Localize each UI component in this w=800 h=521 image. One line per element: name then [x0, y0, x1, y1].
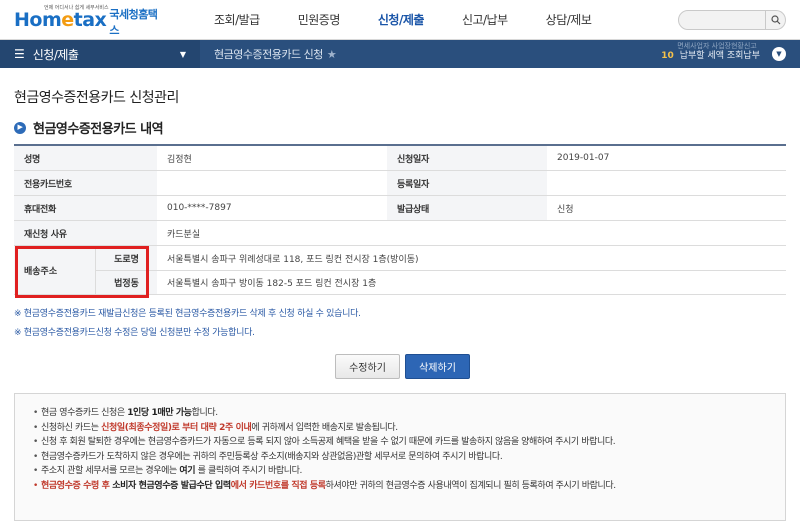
header-name: 성명 — [14, 146, 157, 170]
category-menu-label: 신청/제출 — [32, 47, 79, 62]
sub-navbar: ☰ 신청/제출 ▼ 현금영수증전용카드 신청 ★ 면세사업자 사업장현황신고 1… — [0, 40, 800, 68]
table-row: 전용카드번호 등록일자 — [14, 171, 786, 196]
guide-item: 신청 후 회원 탈퇴한 경우에는 현금영수증카드가 자동으로 등록 되지 않아 … — [33, 435, 769, 450]
note-edit: ※ 현금영수증전용카드신청 수정은 당일 신청분만 수정 가능합니다. — [14, 328, 255, 338]
address-subrows: 도로명 서울특별시 송파구 위례성대로 118, 포드 링컨 전시장 1층(방이… — [96, 246, 786, 294]
road-address-row: 도로명 서울특별시 송파구 위례성대로 118, 포드 링컨 전시장 1층(방이… — [96, 246, 786, 270]
logo-wordmark: Hometax 언제 어디서나 쉽게 세무서비스 — [14, 4, 109, 31]
value-apply-date: 2019-01-07 — [557, 153, 610, 163]
gnb-item-certificate[interactable]: 민원증명 — [298, 11, 341, 28]
gnb-item-apply[interactable]: 신청/제출 — [378, 11, 425, 28]
bullet-arrow-icon: ▶ — [14, 121, 26, 134]
table-row: 재신청 사유 카드분실 — [14, 221, 786, 246]
search-button[interactable] — [766, 10, 786, 30]
red-highlight-box — [15, 246, 149, 298]
value-reapply-reason: 카드분실 — [167, 229, 201, 240]
guide-list: 현금 영수증카드 신청은 1인당 1매만 가능합니다. 신청하신 카드는 신청일… — [33, 406, 769, 493]
favorite-star-icon[interactable]: ★ — [327, 48, 337, 61]
notice-text: 납부할 세액 조회납부 — [679, 51, 760, 61]
notice-number: 10 — [661, 51, 674, 61]
guide-item: 현금영수증 수령 후 소비자 현금영수증 발급수단 입력에서 카드번호를 직접 … — [33, 479, 769, 494]
value-name: 김정현 — [167, 154, 192, 165]
value-lot-address: 서울특별시 송파구 방이동 182-5 포드 링컨 전시장 1층 — [167, 279, 377, 289]
header-mobile: 휴대전화 — [14, 196, 157, 220]
page-title: 현금영수증전용카드 신청관리 — [14, 90, 179, 106]
category-menu-button[interactable]: ☰ 신청/제출 ▼ — [0, 40, 200, 68]
hometax-logo[interactable]: Hometax 언제 어디서나 쉽게 세무서비스 국세청홈택스 — [14, 2, 164, 38]
guide-item: 현금영수증카드가 도착하지 않은 경우에는 귀하의 주민등록상 주소지(배송지와… — [33, 450, 769, 465]
section-title-text: 현금영수증전용카드 내역 — [33, 122, 164, 137]
header-issue-status: 발급상태 — [387, 196, 547, 220]
gnb-item-report-pay[interactable]: 신고/납부 — [462, 11, 508, 28]
header-register-date: 등록일자 — [387, 171, 547, 195]
hamburger-icon: ☰ — [14, 47, 25, 61]
note-reissue: ※ 현금영수증전용카드 재발급신청은 등록된 현금영수증전용카드 삭제 후 신청… — [14, 309, 361, 319]
search-input[interactable] — [678, 10, 766, 30]
value-road-address: 서울특별시 송파구 위례성대로 118, 포드 링컨 전시장 1층(방이동) — [167, 254, 419, 265]
notice-prev-text: 면세사업자 사업장현황신고 — [677, 42, 757, 50]
edit-button[interactable]: 수정하기 — [335, 354, 400, 379]
lot-address-row: 법정동 서울특별시 송파구 방이동 182-5 포드 링컨 전시장 1층 — [96, 270, 786, 294]
section-title: ▶ 현금영수증전용카드 내역 — [14, 118, 164, 137]
guide-box: 현금 영수증카드 신청은 1인당 1매만 가능합니다. 신청하신 카드는 신청일… — [14, 393, 786, 521]
search-icon — [770, 15, 780, 25]
table-row: 휴대전화 010-****-7897 발급상태 신청 — [14, 196, 786, 221]
value-card-number — [157, 171, 387, 195]
guide-item: 현금 영수증카드 신청은 1인당 1매만 가능합니다. — [33, 406, 769, 421]
value-register-date — [547, 171, 786, 195]
notice-expand-button[interactable]: ▼ — [772, 47, 786, 61]
gnb-item-consult[interactable]: 상담/제보 — [546, 11, 592, 28]
breadcrumb: 현금영수증전용카드 신청 — [214, 48, 323, 61]
caret-down-icon: ▼ — [179, 49, 186, 59]
logo-korean-text: 국세청홈택스 — [109, 7, 158, 37]
gnb-item-inquiry[interactable]: 조회/발급 — [214, 11, 260, 28]
header-reapply-reason: 재신청 사유 — [14, 221, 157, 245]
top-header: Hometax 언제 어디서나 쉽게 세무서비스 국세청홈택스 조회/발급 민원증… — [0, 0, 800, 40]
value-mobile: 010-****-7897 — [167, 203, 232, 213]
tax-office-link[interactable]: 여기 — [179, 466, 195, 476]
table-row: 성명 김정현 신청일자 2019-01-07 — [14, 146, 786, 171]
chevron-down-icon: ▼ — [776, 49, 782, 58]
header-apply-date: 신청일자 — [387, 146, 547, 170]
global-nav: 조회/발급 민원증명 신청/제출 신고/납부 상담/제보 — [214, 11, 629, 28]
value-issue-status: 신청 — [557, 204, 574, 215]
guide-item: 신청하신 카드는 신청일(최종수정일)로 부터 대략 2주 이내에 귀하께서 입… — [33, 421, 769, 436]
guide-item: 주소지 관할 세무서를 모르는 경우에는 여기 를 클릭하여 주시기 바랍니다. — [33, 464, 769, 479]
action-buttons: 수정하기 삭제하기 — [335, 354, 470, 379]
search-area — [678, 10, 786, 30]
header-card-number: 전용카드번호 — [14, 171, 157, 195]
rolling-notice[interactable]: 면세사업자 사업장현황신고 10 납부할 세액 조회납부 — [661, 42, 760, 61]
delete-button[interactable]: 삭제하기 — [405, 354, 470, 379]
